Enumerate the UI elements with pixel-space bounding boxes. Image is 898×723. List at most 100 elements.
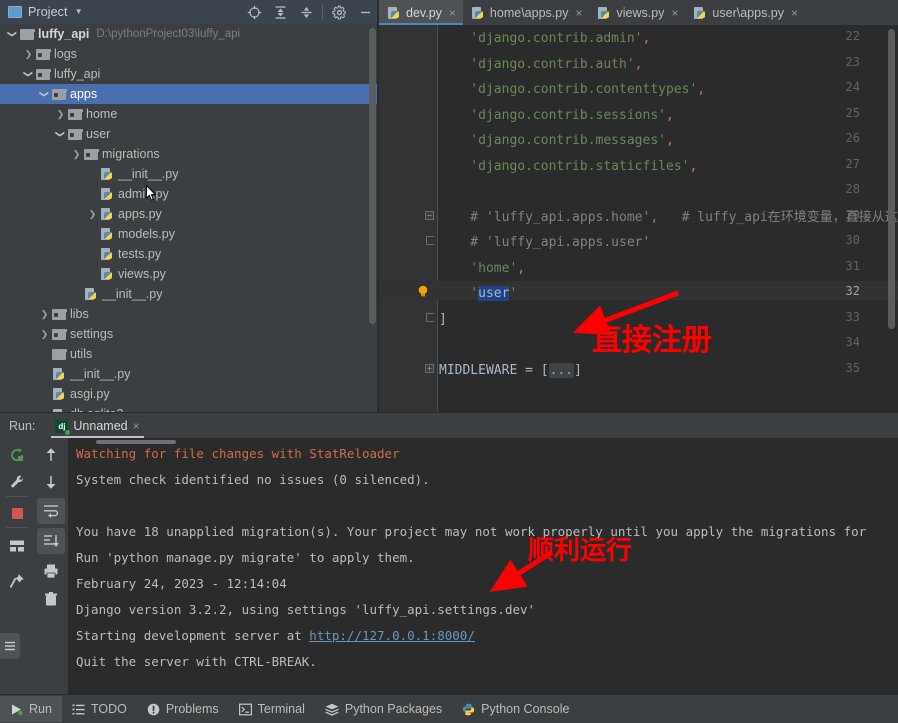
close-icon[interactable]: ×: [575, 6, 582, 20]
tree-item-asgi-py[interactable]: asgi.py: [0, 384, 378, 404]
expand-all-icon[interactable]: [267, 0, 293, 24]
gear-icon[interactable]: [326, 0, 352, 24]
tree-item-settings[interactable]: ❯ settings: [0, 324, 378, 344]
tree-item---init---py[interactable]: __init__.py: [0, 364, 378, 384]
code-line: 'django.contrib.staticfiles',: [439, 157, 697, 176]
chevron-down-icon[interactable]: ▼: [75, 8, 83, 16]
tree-item-utils[interactable]: utils: [0, 344, 378, 364]
print-icon[interactable]: [37, 558, 65, 584]
tree-item-label: views.py: [118, 267, 166, 281]
code-line: # 'luffy_api.apps.user': [439, 233, 650, 252]
intention-bulb-icon[interactable]: [417, 285, 429, 298]
editor-tab-views-py[interactable]: views.py ×: [589, 0, 685, 25]
fold-collapse-icon[interactable]: −: [425, 210, 434, 220]
tree-item-views-py[interactable]: views.py: [0, 264, 378, 284]
statusbar-item-run[interactable]: Run: [0, 696, 62, 722]
chevron-right-icon[interactable]: ❯: [38, 324, 51, 344]
tree-item-logs[interactable]: ❯ logs: [0, 44, 378, 64]
fold-region-end-icon[interactable]: [426, 312, 434, 322]
console-scrollbar[interactable]: [96, 440, 176, 444]
run-console[interactable]: Watching for file changes with StatReloa…: [68, 438, 898, 695]
collapse-all-icon[interactable]: [293, 0, 319, 24]
statusbar-item-python-packages[interactable]: Python Packages: [315, 696, 452, 722]
todo-list-icon: [72, 703, 85, 716]
tree-item-migrations[interactable]: ❯ migrations: [0, 144, 378, 164]
tool-window-menu-icon[interactable]: [0, 633, 20, 659]
tree-item---init---py[interactable]: __init__.py: [0, 164, 378, 184]
console-line: Starting development server at http://12…: [76, 628, 475, 643]
code-token: ,: [642, 31, 651, 46]
editor-tab-home-apps-py[interactable]: home\apps.py ×: [463, 0, 590, 25]
console-line: Run 'python manage.py migrate' to apply …: [76, 550, 415, 565]
soft-wrap-icon[interactable]: [37, 498, 65, 524]
folder-module-icon: [83, 144, 99, 164]
chevron-right-icon[interactable]: ❯: [70, 144, 83, 164]
line-number: 26: [845, 131, 860, 145]
down-arrow-icon[interactable]: [37, 469, 65, 495]
statusbar-item-python-console[interactable]: Python Console: [452, 696, 579, 722]
chevron-right-icon[interactable]: ❯: [38, 304, 51, 324]
project-tree-scrollbar[interactable]: [369, 28, 376, 324]
tree-item-label: libs: [70, 307, 89, 321]
tree-item-label: home: [86, 107, 118, 121]
trash-icon[interactable]: [37, 586, 65, 612]
statusbar-item-todo[interactable]: TODO: [62, 696, 137, 722]
tree-item-label: luffy_api: [54, 67, 101, 81]
chevron-right-icon[interactable]: ❯: [22, 44, 35, 64]
close-icon[interactable]: ×: [671, 6, 678, 20]
tree-item---init---py[interactable]: __init__.py: [0, 284, 378, 304]
up-arrow-icon[interactable]: [37, 442, 65, 468]
close-icon[interactable]: ×: [791, 6, 798, 20]
tree-item-tests-py[interactable]: tests.py: [0, 244, 378, 264]
locate-icon[interactable]: [241, 0, 267, 24]
tree-item-user[interactable]: ❯ user: [0, 124, 378, 144]
python-file-icon: [99, 184, 115, 204]
editor-tab-label: dev.py: [406, 5, 442, 20]
code-token: user: [478, 286, 510, 301]
editor-scrollbar[interactable]: [888, 29, 895, 329]
statusbar-item-problems[interactable]: Problems: [137, 696, 229, 722]
chevron-right-icon[interactable]: ❯: [54, 104, 67, 124]
fold-expand-icon[interactable]: +: [425, 363, 434, 373]
rerun-icon[interactable]: [3, 442, 31, 468]
tree-item-apps-py[interactable]: ❯ apps.py: [0, 204, 378, 224]
layout-icon[interactable]: [3, 533, 31, 559]
python-file-icon: [99, 164, 115, 184]
editor-tab-user-apps-py[interactable]: user\apps.py ×: [685, 0, 805, 25]
tree-item-admin-py[interactable]: admin.py: [0, 184, 378, 204]
fold-region-end-icon[interactable]: [426, 236, 434, 245]
run-tab-unnamed[interactable]: dj Unnamed ×: [51, 414, 144, 438]
pin-icon[interactable]: [3, 568, 31, 594]
project-panel-title: Project: [28, 5, 68, 19]
python-file-icon: [51, 364, 67, 384]
code-token: ]: [574, 362, 582, 378]
close-icon[interactable]: ×: [133, 419, 140, 433]
wrench-settings-icon[interactable]: [3, 469, 31, 495]
console-text: System check identified no issues (0 sil…: [76, 472, 430, 487]
project-tree[interactable]: ❯ luffy_api D:\pythonProject03\luffy_api ❯ l…: [0, 24, 378, 412]
minimize-icon[interactable]: [352, 0, 378, 24]
console-line: Django version 3.2.2, using settings 'lu…: [76, 602, 535, 617]
tree-item-models-py[interactable]: models.py: [0, 224, 378, 244]
statusbar-item-terminal[interactable]: Terminal: [229, 696, 315, 722]
tree-item-libs[interactable]: ❯ libs: [0, 304, 378, 324]
chevron-right-icon[interactable]: ❯: [86, 204, 99, 224]
code-token: 'django.contrib.messages': [439, 133, 666, 148]
editor-tab-dev-py[interactable]: dev.py ×: [379, 0, 463, 25]
tree-item-luffy-api[interactable]: ❯ luffy_api: [0, 64, 378, 84]
run-play-icon: [10, 703, 23, 716]
tree-item-label: apps.py: [118, 207, 162, 221]
console-link[interactable]: http://127.0.0.1:8000/: [309, 628, 475, 643]
tree-item-home[interactable]: ❯ home: [0, 104, 378, 124]
code-token: ,: [665, 133, 674, 148]
python-file-icon: [471, 6, 485, 20]
tree-item-label: admin.py: [118, 187, 169, 201]
tree-item-db-sqlite3[interactable]: db.sqlite3: [0, 404, 378, 412]
stop-icon[interactable]: [3, 500, 31, 526]
toolbar-divider: [322, 5, 323, 19]
scroll-to-end-icon[interactable]: [37, 528, 65, 554]
tree-item-apps[interactable]: ❯ apps: [0, 84, 378, 104]
close-icon[interactable]: ×: [449, 6, 456, 20]
tree-item-luffy-api[interactable]: ❯ luffy_api D:\pythonProject03\luffy_api: [0, 24, 378, 44]
